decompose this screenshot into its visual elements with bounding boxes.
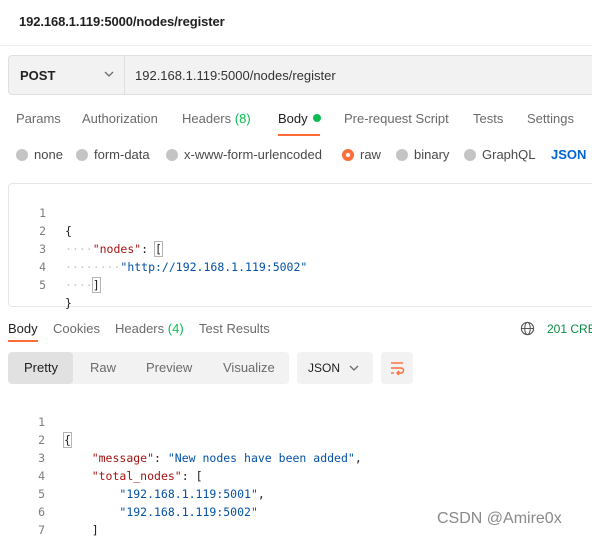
- line-number: 5: [39, 278, 46, 292]
- response-format-label: JSON: [308, 361, 341, 375]
- wrap-lines-icon: [391, 362, 405, 376]
- code-line: 3 "total_nodes": [: [0, 431, 584, 483]
- tab-params[interactable]: Params: [16, 111, 61, 126]
- radio-form-data-label: form-data: [94, 147, 150, 162]
- radio-circle: [166, 148, 178, 161]
- code-line: 1 {: [9, 186, 592, 238]
- method-select[interactable]: POST: [9, 56, 125, 94]
- radio-none-label: none: [34, 147, 63, 162]
- tab-headers[interactable]: Headers (8): [182, 111, 251, 126]
- response-headers-count: (4): [167, 321, 184, 336]
- radio-circle-selected: [342, 148, 354, 161]
- line-number: 7: [38, 523, 45, 536]
- active-response-tab-indicator: [8, 340, 38, 342]
- response-view-toolbar: Pretty Raw Preview Visualize: [8, 352, 289, 384]
- response-tab-cookies[interactable]: Cookies: [53, 321, 100, 336]
- response-tab-headers[interactable]: Headers (4): [115, 321, 184, 336]
- request-tabs: Params Authorization Headers (8) Body Pr…: [0, 104, 592, 136]
- radio-circle: [16, 148, 28, 161]
- radio-raw-label: raw: [360, 147, 381, 162]
- code-line: 5 }: [9, 258, 592, 310]
- radio-urlencoded-label: x-www-form-urlencoded: [184, 147, 322, 162]
- tab-body[interactable]: Body: [278, 111, 321, 126]
- tab-authorization[interactable]: Authorization: [82, 111, 158, 126]
- tab-prerequest-script[interactable]: Pre-request Script: [344, 111, 449, 126]
- body-type-selector: none form-data x-www-form-urlencoded raw…: [0, 142, 592, 168]
- code-text: }: [65, 296, 72, 310]
- request-title-bar: 192.168.1.119:5000/nodes/register: [0, 0, 592, 46]
- code-text: ····]: [65, 277, 101, 293]
- response-format-select[interactable]: JSON: [297, 352, 373, 384]
- tab-tests[interactable]: Tests: [473, 111, 503, 126]
- code-line: 1 {: [0, 395, 584, 448]
- response-tabs: Body Cookies Headers (4) Test Results: [0, 318, 592, 346]
- watermark: CSDN @Amire0x: [437, 510, 562, 527]
- chevron-down-icon: [104, 71, 114, 77]
- body-indicator-dot: [312, 114, 321, 122]
- view-preview[interactable]: Preview: [146, 360, 192, 375]
- code-text: ]: [64, 523, 99, 536]
- code-line: 6 ]: [0, 485, 584, 536]
- response-tab-headers-label: Headers: [115, 321, 165, 336]
- radio-graphql-label: GraphQL: [482, 147, 536, 162]
- code-line: 2 ····"nodes": [: [9, 204, 592, 257]
- radio-urlencoded[interactable]: x-www-form-urlencoded: [166, 147, 322, 162]
- method-label: POST: [20, 68, 56, 83]
- request-title[interactable]: 192.168.1.119:5000/nodes/register: [19, 14, 225, 29]
- tab-settings[interactable]: Settings: [527, 111, 574, 126]
- code-line: 5 "192.168.1.119:5002": [0, 467, 584, 519]
- radio-binary[interactable]: binary: [396, 147, 449, 162]
- response-status: 201 CRE: [547, 322, 592, 336]
- radio-graphql[interactable]: GraphQL: [464, 147, 535, 162]
- url-input[interactable]: 192.168.1.119:5000/nodes/register: [135, 68, 336, 83]
- radio-form-data[interactable]: form-data: [76, 147, 150, 162]
- code-line: 4 ····]: [9, 240, 592, 293]
- code-line: 2 "message": "New nodes have been added"…: [0, 413, 584, 465]
- headers-count-badge: (8): [234, 111, 251, 126]
- response-tab-test-results[interactable]: Test Results: [199, 321, 270, 336]
- tab-headers-label: Headers: [182, 111, 232, 126]
- radio-circle: [76, 148, 88, 161]
- response-tab-body[interactable]: Body: [8, 321, 38, 336]
- wrap-lines-button[interactable]: [381, 352, 413, 384]
- view-pretty[interactable]: Pretty: [24, 360, 58, 375]
- chevron-down-icon: [349, 365, 359, 371]
- radio-circle: [396, 148, 408, 161]
- globe-icon[interactable]: [520, 321, 535, 336]
- body-format-dropdown[interactable]: JSON: [551, 147, 586, 162]
- code-line: 4 "192.168.1.119:5001",: [0, 449, 584, 501]
- radio-binary-label: binary: [414, 147, 450, 162]
- radio-raw[interactable]: raw: [342, 147, 381, 162]
- radio-circle: [464, 148, 476, 161]
- view-visualize[interactable]: Visualize: [223, 360, 275, 375]
- response-body-viewer[interactable]: 1 { 2 "message": "New nodes have been ad…: [0, 394, 592, 536]
- active-tab-indicator: [278, 134, 320, 136]
- view-raw[interactable]: Raw: [90, 360, 116, 375]
- code-line: 3 ········"http://192.168.1.119:5002": [9, 222, 592, 274]
- tab-body-label: Body: [278, 111, 308, 126]
- radio-none[interactable]: none: [16, 147, 63, 162]
- url-bar: POST 192.168.1.119:5000/nodes/register: [8, 55, 592, 95]
- request-body-editor[interactable]: 1 { 2 ····"nodes": [ 3 ········"http://1…: [8, 183, 592, 310]
